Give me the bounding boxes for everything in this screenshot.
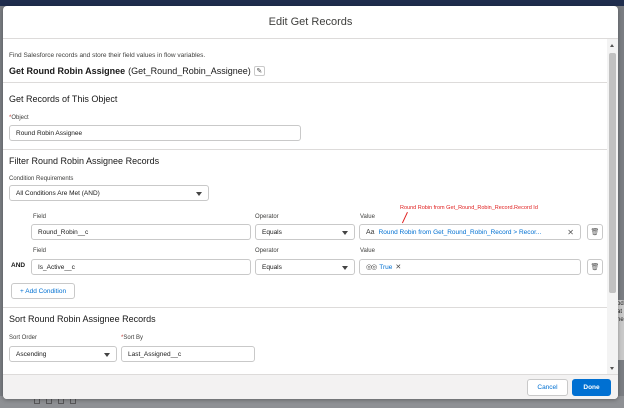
object-section-title: Get Records of This Object (9, 94, 118, 104)
object-label: *Object (9, 115, 29, 121)
toggle-icon: ◎◎ (366, 264, 377, 271)
sort-order-select[interactable]: Ascending (9, 346, 117, 362)
text-type-icon: Aa (366, 228, 375, 236)
operator-label: Operator (255, 214, 279, 220)
modal-scrollbar[interactable] (607, 39, 618, 374)
edit-get-records-modal: Edit Get Records Find Salesforce records… (3, 6, 618, 399)
sort-by-input[interactable]: Last_Assigned__c (121, 346, 255, 362)
add-condition-button[interactable]: + Add Condition (11, 283, 76, 299)
element-title: Get Round Robin Assignee (Get_Round_Robi… (9, 66, 265, 76)
chevron-down-icon (104, 353, 110, 357)
done-button[interactable]: Done (572, 379, 611, 396)
sort-order-label: Sort Order (9, 335, 38, 341)
trash-icon: 🗑 (590, 229, 600, 236)
clear-icon[interactable]: ✕ (567, 228, 574, 237)
modal-title: Edit Get Records (268, 16, 353, 28)
field-label: Field (33, 248, 47, 254)
operator-select[interactable]: Equals (255, 224, 355, 240)
chevron-down-icon (196, 192, 202, 196)
pencil-icon: ✎ (256, 68, 263, 75)
condition-requirements-select[interactable]: All Conditions Are Met (AND) (9, 185, 209, 201)
divider (3, 307, 607, 308)
annotation-arrow (401, 212, 408, 224)
red-annotation: Round Robin from Get_Round_Robin_Record.… (400, 205, 538, 211)
and-label: AND (11, 262, 26, 269)
condition-requirements-label: Condition Requirements (9, 176, 74, 182)
value-label: Value (360, 248, 375, 254)
scroll-down-arrow-icon[interactable] (610, 367, 614, 370)
element-api-name: (Get_Round_Robin_Assignee) (128, 66, 251, 76)
field-label: Field (33, 214, 47, 220)
delete-condition-button[interactable]: 🗑 (587, 259, 603, 275)
scroll-thumb[interactable] (609, 53, 616, 293)
filter-section-title: Filter Round Robin Assignee Records (9, 156, 160, 166)
value-input[interactable]: ◎◎ True ✕ (359, 259, 581, 275)
modal-header: Edit Get Records (3, 6, 618, 39)
sort-by-label: *Sort By (121, 335, 144, 341)
sort-section-title: Sort Round Robin Assignee Records (9, 314, 156, 324)
cancel-button[interactable]: Cancel (527, 379, 568, 396)
background-toolbar-icons (34, 398, 94, 406)
field-input[interactable]: Round_Robin__c (31, 224, 251, 240)
value-resource: Round Robin from Get_Round_Robin_Record … (378, 228, 542, 236)
operator-select[interactable]: Equals (255, 259, 355, 275)
trash-icon: 🗑 (590, 264, 600, 271)
chevron-down-icon (342, 231, 348, 235)
modal-body: Find Salesforce records and store their … (3, 39, 607, 374)
divider (3, 149, 607, 150)
modal-footer: Cancel Done (3, 374, 618, 399)
divider (3, 82, 607, 83)
value-input[interactable]: Aa Round Robin from Get_Round_Robin_Reco… (359, 224, 581, 240)
object-input[interactable]: Round Robin Assignee (9, 125, 301, 141)
remove-pill-icon[interactable]: ✕ (395, 263, 401, 271)
value-label: Value (360, 214, 375, 220)
operator-label: Operator (255, 248, 279, 254)
field-input[interactable]: Is_Active__c (31, 259, 251, 275)
value-resource: True (379, 263, 393, 271)
scroll-up-arrow-icon[interactable] (610, 44, 614, 47)
edit-element-button[interactable]: ✎ (253, 66, 265, 76)
element-label: Get Round Robin Assignee (9, 66, 126, 76)
element-description: Find Salesforce records and store their … (9, 52, 206, 59)
chevron-down-icon (342, 266, 348, 270)
delete-condition-button[interactable]: 🗑 (587, 224, 603, 240)
